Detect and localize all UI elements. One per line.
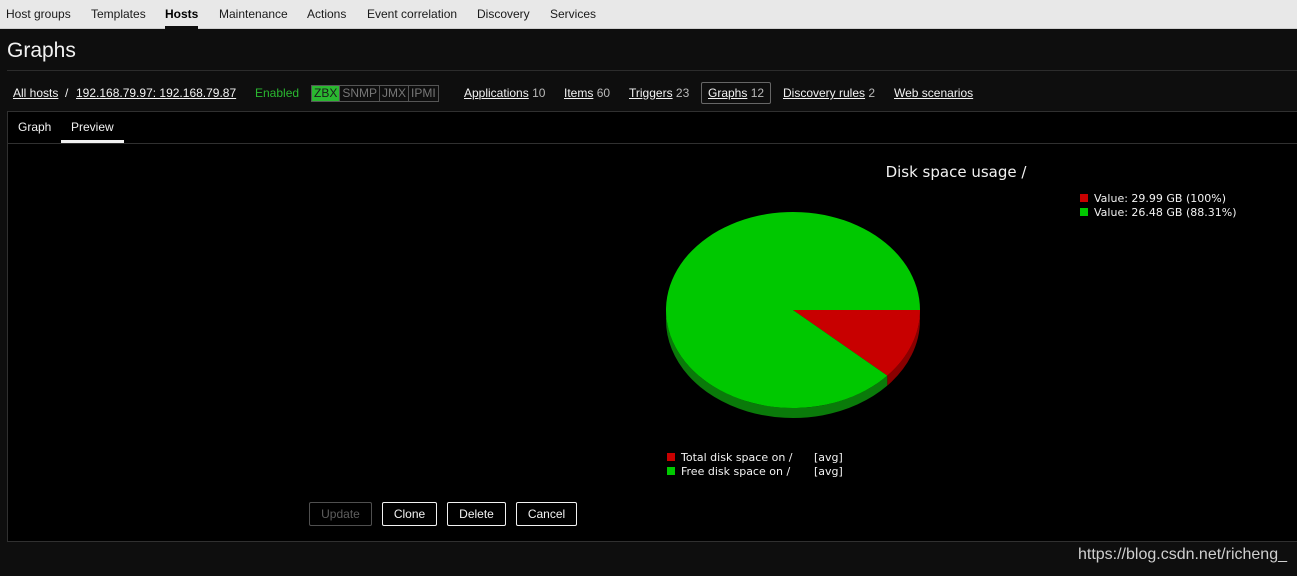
legend-top-swatch-total <box>1080 194 1088 202</box>
legend-bottom-free-func: [avg] <box>814 465 843 478</box>
legend-top-free: Value: 26.48 GB (88.31%) <box>1094 206 1237 219</box>
clone-button[interactable]: Clone <box>382 502 437 526</box>
legend-bottom-swatch-total <box>667 453 675 461</box>
chart-title: Disk space usage / <box>886 163 1028 181</box>
legend-bottom-free-name: Free disk space on / <box>681 465 790 478</box>
legend-bottom-total-name: Total disk space on / <box>680 451 793 464</box>
update-button[interactable]: Update <box>309 502 372 526</box>
legend-bottom-total-func: [avg] <box>814 451 843 464</box>
legend-bottom: Total disk space on / [avg] Free disk sp… <box>667 451 843 478</box>
pie-chart: Disk space usage / Value: 29.99 GB (100%… <box>666 163 1237 478</box>
delete-button[interactable]: Delete <box>447 502 506 526</box>
legend-top-swatch-free <box>1080 208 1088 216</box>
legend-top: Value: 29.99 GB (100%) Value: 26.48 GB (… <box>1080 192 1237 219</box>
legend-top-total: Value: 29.99 GB (100%) <box>1094 192 1226 205</box>
watermark: https://blog.csdn.net/richeng_ <box>1077 546 1287 563</box>
cancel-button[interactable]: Cancel <box>516 502 577 526</box>
pie-slice-1 <box>666 212 920 408</box>
legend-bottom-swatch-free <box>667 467 675 475</box>
